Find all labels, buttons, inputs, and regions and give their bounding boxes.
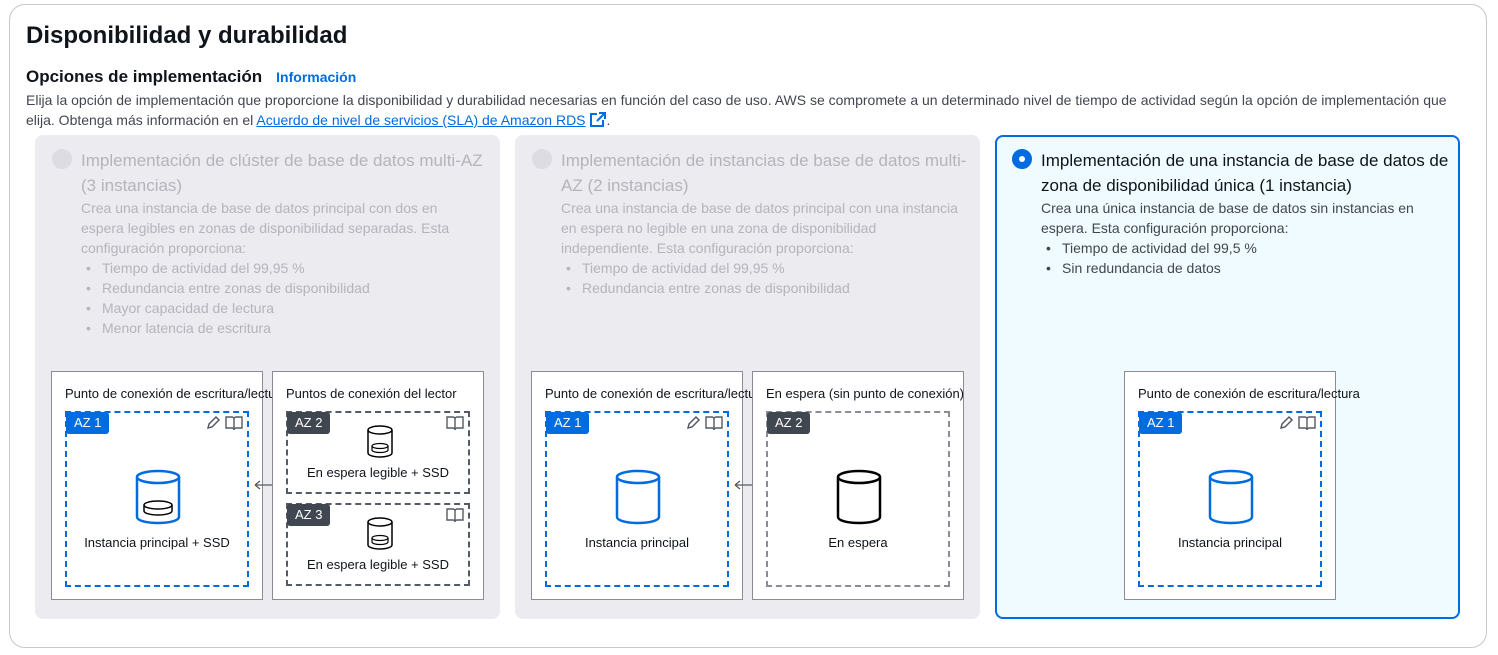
option-multi-az-cluster[interactable]: Implementación de clúster de base de dat…	[35, 135, 500, 619]
az1-zone: AZ 1 Instancia principal + SSD	[65, 411, 249, 587]
az3-zone: AZ 3 En espera legible + SSD	[286, 503, 470, 586]
option-title: Implementación de una instancia de base …	[1041, 151, 1449, 195]
reader-endpoint-label: Puntos de conexión del lector	[286, 386, 457, 401]
database-icon	[836, 469, 882, 525]
database-icon	[1208, 469, 1254, 525]
pencil-icon	[1279, 415, 1294, 430]
radio-single-az-instance[interactable]	[1012, 149, 1032, 169]
az2-zone: AZ 2 En espera	[766, 411, 950, 587]
info-link[interactable]: Información	[276, 69, 356, 85]
bullet-item: Tiempo de actividad del 99,95 %	[561, 258, 961, 278]
az-icons	[446, 415, 464, 431]
standby-endpoint-label: En espera (sin punto de conexión)	[766, 386, 964, 401]
option-description: Crea una única instancia de base de dato…	[1041, 198, 1441, 278]
sla-link[interactable]: Acuerdo de nivel de servicios (SLA) de A…	[256, 112, 585, 128]
bullet-item: Mayor capacidad de lectura	[81, 298, 481, 318]
primary-instance-label: Instancia principal	[584, 535, 690, 550]
option-description: Crea una instancia de base de datos prin…	[561, 198, 961, 298]
section-header: Opciones de implementación Información	[26, 67, 356, 87]
section-title: Opciones de implementación	[26, 67, 263, 86]
option-title: Implementación de clúster de base de dat…	[81, 151, 483, 195]
bullet-item: Tiempo de actividad del 99,95 %	[81, 258, 481, 278]
pencil-icon	[206, 415, 221, 430]
az-icons	[446, 507, 464, 523]
option-single-az-instance[interactable]: Implementación de una instancia de base …	[995, 135, 1460, 619]
page-title: Disponibilidad y durabilidad	[26, 22, 348, 49]
az2-badge: AZ 2	[767, 412, 811, 434]
radio-multi-az-instance[interactable]	[532, 149, 552, 169]
writer-endpoint-box: Punto de conexión de escritura/lectura A…	[51, 371, 287, 600]
az-icons	[205, 415, 243, 431]
az2-badge: AZ 2	[287, 412, 331, 434]
external-link-icon[interactable]	[589, 112, 607, 128]
book-icon	[705, 416, 723, 431]
bullet-item: Tiempo de actividad del 99,5 %	[1041, 238, 1441, 258]
standby-label: En espera	[828, 535, 888, 550]
option-bullets: Tiempo de actividad del 99,95 % Redundan…	[81, 258, 481, 338]
az1-zone: AZ 1 Instancia principal	[545, 411, 729, 587]
book-icon	[446, 416, 464, 431]
az2-zone: AZ 2 En espera legible + SSD	[286, 411, 470, 494]
option-multi-az-instance[interactable]: Implementación de instancias de base de …	[515, 135, 980, 619]
option-description-text: Crea una instancia de base de datos prin…	[81, 200, 450, 256]
section-description: Elija la opción de implementación que pr…	[26, 90, 1466, 130]
description-end: .	[606, 112, 611, 128]
bullet-item: Redundancia entre zonas de disponibilida…	[81, 278, 481, 298]
option-bullets: Tiempo de actividad del 99,5 % Sin redun…	[1041, 238, 1441, 278]
primary-instance-label: Instancia principal + SSD	[84, 535, 230, 550]
option-description-text: Crea una instancia de base de datos prin…	[561, 200, 958, 256]
az1-badge: AZ 1	[546, 412, 590, 434]
database-ssd-icon	[135, 469, 181, 525]
option-description-text: Crea una única instancia de base de dato…	[1041, 200, 1414, 236]
az-icons	[685, 415, 723, 431]
pencil-icon	[686, 415, 701, 430]
writer-endpoint-label: Punto de conexión de escritura/lectura	[65, 386, 287, 401]
option-bullets: Tiempo de actividad del 99,95 % Redundan…	[561, 258, 961, 298]
radio-multi-az-cluster[interactable]	[52, 149, 72, 169]
option-description: Crea una instancia de base de datos prin…	[81, 198, 481, 338]
bullet-item: Redundancia entre zonas de disponibilida…	[561, 278, 961, 298]
primary-instance-label: Instancia principal	[1177, 535, 1283, 550]
bullet-item: Sin redundancia de datos	[1041, 258, 1441, 278]
writer-endpoint-box: Punto de conexión de escritura/lectura A…	[1124, 371, 1360, 600]
book-icon	[225, 416, 243, 431]
az1-zone: AZ 1 Instancia principal	[1138, 411, 1322, 587]
bullet-item: Menor latencia de escritura	[81, 318, 481, 338]
book-icon	[446, 508, 464, 523]
database-icon	[615, 469, 661, 525]
az1-badge: AZ 1	[1139, 412, 1183, 434]
standby-label: En espera legible + SSD	[306, 465, 449, 480]
standby-endpoint-box: En espera (sin punto de conexión) AZ 2 E…	[752, 371, 964, 600]
sla-link-label: Acuerdo de nivel de servicios (SLA) de A…	[256, 112, 586, 128]
book-icon	[1298, 416, 1316, 431]
reader-endpoint-box: Puntos de conexión del lector AZ 2 En es…	[272, 371, 484, 600]
standby-label: En espera legible + SSD	[306, 557, 449, 572]
az1-badge: AZ 1	[66, 412, 110, 434]
az-icons	[1278, 415, 1316, 431]
writer-endpoint-box: Punto de conexión de escritura/lectura A…	[531, 371, 767, 600]
database-ssd-icon	[367, 425, 393, 458]
writer-endpoint-label: Punto de conexión de escritura/lectura	[545, 386, 767, 401]
database-ssd-icon	[367, 517, 393, 550]
option-title: Implementación de instancias de base de …	[561, 151, 967, 195]
az3-badge: AZ 3	[287, 504, 331, 526]
writer-endpoint-label: Punto de conexión de escritura/lectura	[1138, 386, 1360, 401]
description-text: Elija la opción de implementación que pr…	[26, 92, 1447, 128]
